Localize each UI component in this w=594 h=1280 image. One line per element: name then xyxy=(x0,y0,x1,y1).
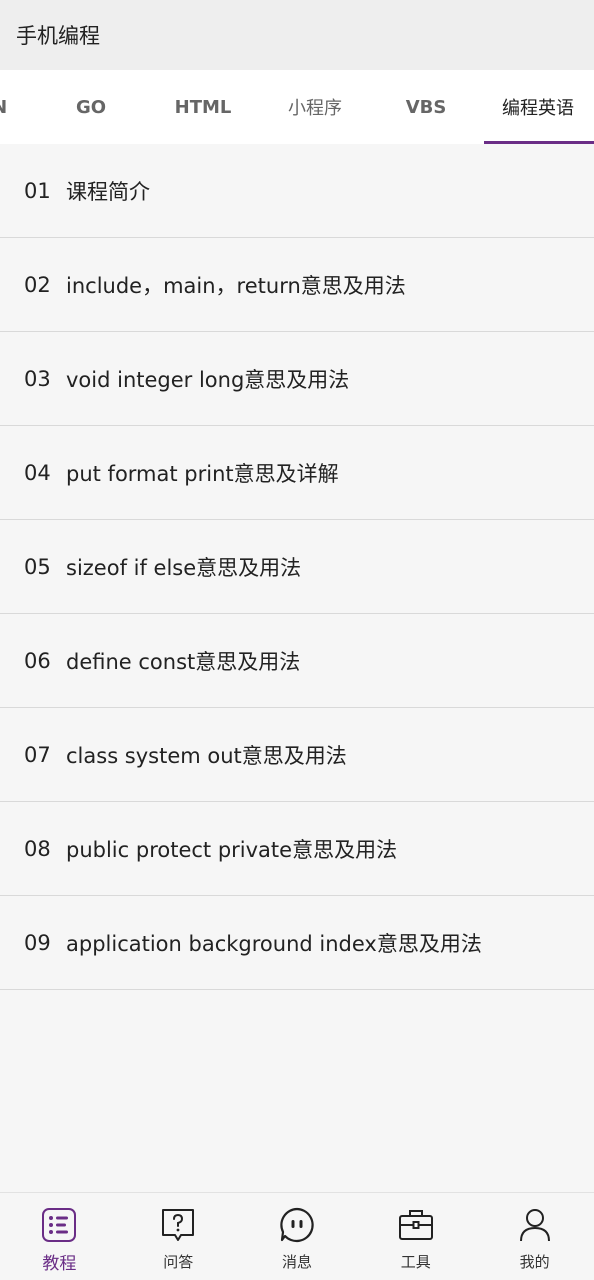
tab-miniprogram[interactable]: 小程序 xyxy=(259,70,371,144)
page-title: 手机编程 xyxy=(16,24,100,48)
item-number: 06 xyxy=(24,648,51,673)
item-title: sizeof if else意思及用法 xyxy=(66,555,302,580)
tab-label: GO xyxy=(75,96,107,118)
nav-tools[interactable]: 工具 xyxy=(356,1193,475,1280)
list-item[interactable]: 02 include，main，return意思及用法 xyxy=(0,238,594,332)
nav-label: 我的 xyxy=(519,1253,550,1271)
item-title: application background index意思及用法 xyxy=(66,931,482,956)
item-title: class system out意思及用法 xyxy=(66,743,347,768)
item-title: void integer long意思及用法 xyxy=(66,367,350,392)
nav-tutorial[interactable]: 教程 xyxy=(0,1193,119,1280)
tab-label: HTML xyxy=(174,96,232,118)
toolbox-icon xyxy=(398,1207,434,1243)
tab-label: 编程英语 xyxy=(502,98,574,119)
nav-label: 问答 xyxy=(163,1253,194,1271)
bottom-navigation: 教程 问答 消息 工具 我的 xyxy=(0,1192,594,1280)
nav-label: 教程 xyxy=(42,1254,77,1274)
category-tabs: ON GO HTML 小程序 VBS 编程英语 xyxy=(0,70,594,144)
nav-label: 工具 xyxy=(400,1253,431,1271)
app-header: 手机编程 xyxy=(0,0,594,70)
list-item[interactable]: 03 void integer long意思及用法 xyxy=(0,332,594,426)
tab-label: 小程序 xyxy=(288,98,342,119)
tab-programming-english[interactable]: 编程英语 xyxy=(482,70,594,144)
chat-icon xyxy=(279,1207,315,1243)
tab-html[interactable]: HTML xyxy=(147,70,259,144)
app-screen: 手机编程 ON GO HTML 小程序 VBS 编程英语 01 课程简介 02 in… xyxy=(0,0,594,1280)
user-icon xyxy=(517,1207,553,1243)
item-number: 03 xyxy=(24,366,51,391)
list-item[interactable]: 07 class system out意思及用法 xyxy=(0,708,594,802)
item-title: define const意思及用法 xyxy=(66,649,301,674)
item-number: 08 xyxy=(24,836,51,861)
tab-label: VBS xyxy=(405,96,447,118)
item-number: 04 xyxy=(24,460,51,485)
list-item[interactable]: 06 define const意思及用法 xyxy=(0,614,594,708)
nav-profile[interactable]: 我的 xyxy=(475,1193,594,1280)
list-item[interactable]: 08 public protect private意思及用法 xyxy=(0,802,594,896)
item-number: 01 xyxy=(24,178,51,203)
item-number: 05 xyxy=(24,554,51,579)
item-title: include，main，return意思及用法 xyxy=(66,273,406,298)
item-title: 课程简介 xyxy=(66,179,150,204)
list-icon xyxy=(41,1207,77,1243)
question-icon xyxy=(160,1207,196,1243)
list-item[interactable]: 09 application background index意思及用法 xyxy=(0,896,594,990)
tab-label: ON xyxy=(0,97,7,118)
list-item[interactable]: 04 put format print意思及详解 xyxy=(0,426,594,520)
item-number: 09 xyxy=(24,930,51,955)
list-item[interactable]: 05 sizeof if else意思及用法 xyxy=(0,520,594,614)
nav-qa[interactable]: 问答 xyxy=(119,1193,238,1280)
item-title: public protect private意思及用法 xyxy=(66,837,398,862)
item-number: 07 xyxy=(24,742,51,767)
list-item[interactable]: 01 课程简介 xyxy=(0,144,594,238)
item-title: put format print意思及详解 xyxy=(66,461,339,486)
lesson-list: 01 课程简介 02 include，main，return意思及用法 03 void… xyxy=(0,144,594,990)
nav-messages[interactable]: 消息 xyxy=(238,1193,357,1280)
item-number: 02 xyxy=(24,272,51,297)
nav-label: 消息 xyxy=(281,1253,312,1271)
tab-go[interactable]: GO xyxy=(35,70,147,144)
tab-vbs[interactable]: VBS xyxy=(370,70,482,144)
